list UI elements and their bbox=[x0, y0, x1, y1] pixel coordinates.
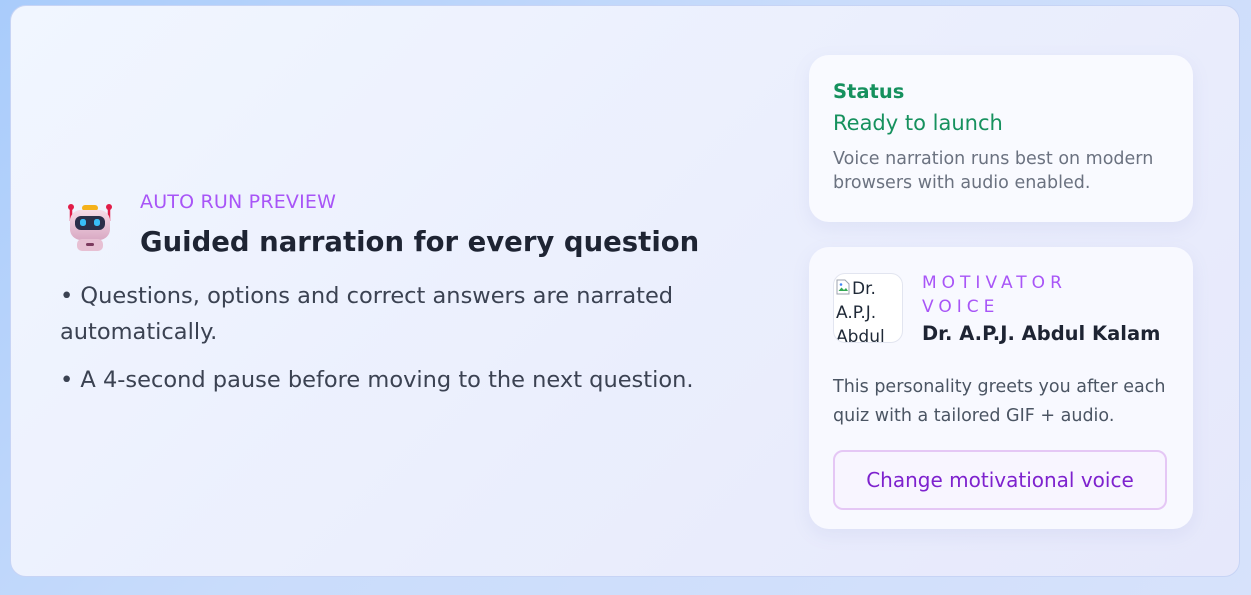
robot-icon bbox=[65, 199, 115, 253]
voice-name: Dr. A.P.J. Abdul Kalam bbox=[922, 322, 1161, 345]
hero-eyebrow: AUTO RUN PREVIEW bbox=[140, 191, 337, 213]
voice-description: This personality greets you after each q… bbox=[833, 377, 1166, 426]
status-value: Ready to launch bbox=[833, 111, 1003, 135]
hero-titles: AUTO RUN PREVIEW Guided narration for ev… bbox=[140, 189, 699, 259]
motivator-voice-card: Dr. A.P.J. Abdul Kalam MOTIVATOR VOICE D… bbox=[809, 247, 1193, 529]
narration-bullet-list: • Questions, options and correct answers… bbox=[60, 278, 741, 398]
status-card: Status Ready to launch Voice narration r… bbox=[809, 55, 1193, 222]
change-voice-button[interactable]: Change motivational voice bbox=[833, 450, 1167, 510]
auto-run-preview-panel: AUTO RUN PREVIEW Guided narration for ev… bbox=[10, 5, 1240, 577]
voice-header: Dr. A.P.J. Abdul Kalam MOTIVATOR VOICE D… bbox=[833, 273, 1169, 347]
hero-title: Guided narration for every question bbox=[140, 226, 700, 258]
auto-run-hero: AUTO RUN PREVIEW Guided narration for ev… bbox=[60, 189, 741, 410]
status-note: Voice narration runs best on modern brow… bbox=[833, 149, 1154, 193]
voice-eyebrow: MOTIVATOR VOICE bbox=[922, 273, 1067, 317]
avatar: Dr. A.P.J. Abdul Kalam bbox=[833, 273, 903, 343]
status-label: Status bbox=[833, 80, 905, 103]
hero-header: AUTO RUN PREVIEW Guided narration for ev… bbox=[61, 189, 741, 259]
bullet-pause-duration: • A 4-second pause before moving to the … bbox=[60, 367, 694, 393]
bullet-narration-auto: • Questions, options and correct answers… bbox=[60, 283, 674, 345]
voice-meta: MOTIVATOR VOICE Dr. A.P.J. Abdul Kalam bbox=[922, 273, 1160, 347]
avatar-alt-text: Dr. A.P.J. Abdul Kalam bbox=[836, 279, 885, 343]
